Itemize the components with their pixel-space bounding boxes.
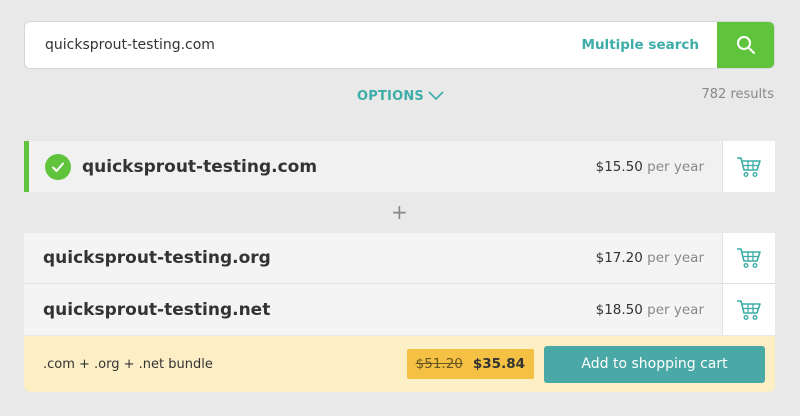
add-to-cart-button[interactable] [722,141,775,192]
search-button[interactable] [717,22,774,68]
result-row: quicksprout-testing.org $17.20 per year [24,233,775,284]
bundle-label: .com + .org + .net bundle [43,356,213,372]
add-to-cart-button[interactable] [722,233,775,283]
results-count: 782 results [701,87,775,102]
search-icon [736,36,755,54]
bundle-price-tag: $51.20 $35.84 [406,349,534,379]
domain-name: quicksprout-testing.org [43,248,271,268]
available-check-icon [45,153,71,180]
domain-price: $18.50 per year [595,301,704,318]
bundle-new-price: $35.84 [472,356,525,372]
chevron-down-icon [428,91,444,101]
add-to-cart-button[interactable] [722,284,775,335]
domain-name: quicksprout-testing.net [43,299,271,320]
cart-icon [737,248,761,269]
plus-separator: + [391,200,408,224]
bundle-old-price: $51.20 [415,356,463,372]
multiple-search-link[interactable]: Multiple search [582,37,699,53]
cart-icon [737,299,761,320]
bundle-offer: .com + .org + .net bundle $51.20 $35.84 … [24,336,775,392]
search-bar: Multiple search [24,21,775,69]
add-bundle-to-cart-button[interactable]: Add to shopping cart [544,345,765,383]
domain-price: $17.20 per year [595,250,704,266]
options-toggle[interactable]: OPTIONS [357,86,444,106]
options-label: OPTIONS [357,88,424,104]
domain-name: quicksprout-testing.com [82,156,318,177]
result-row: quicksprout-testing.net $18.50 per year [24,284,775,335]
cart-icon [737,156,761,177]
result-row-main: quicksprout-testing.com $15.50 per year [24,141,775,192]
domain-price: $15.50 per year [595,158,704,175]
search-input[interactable] [25,22,582,68]
